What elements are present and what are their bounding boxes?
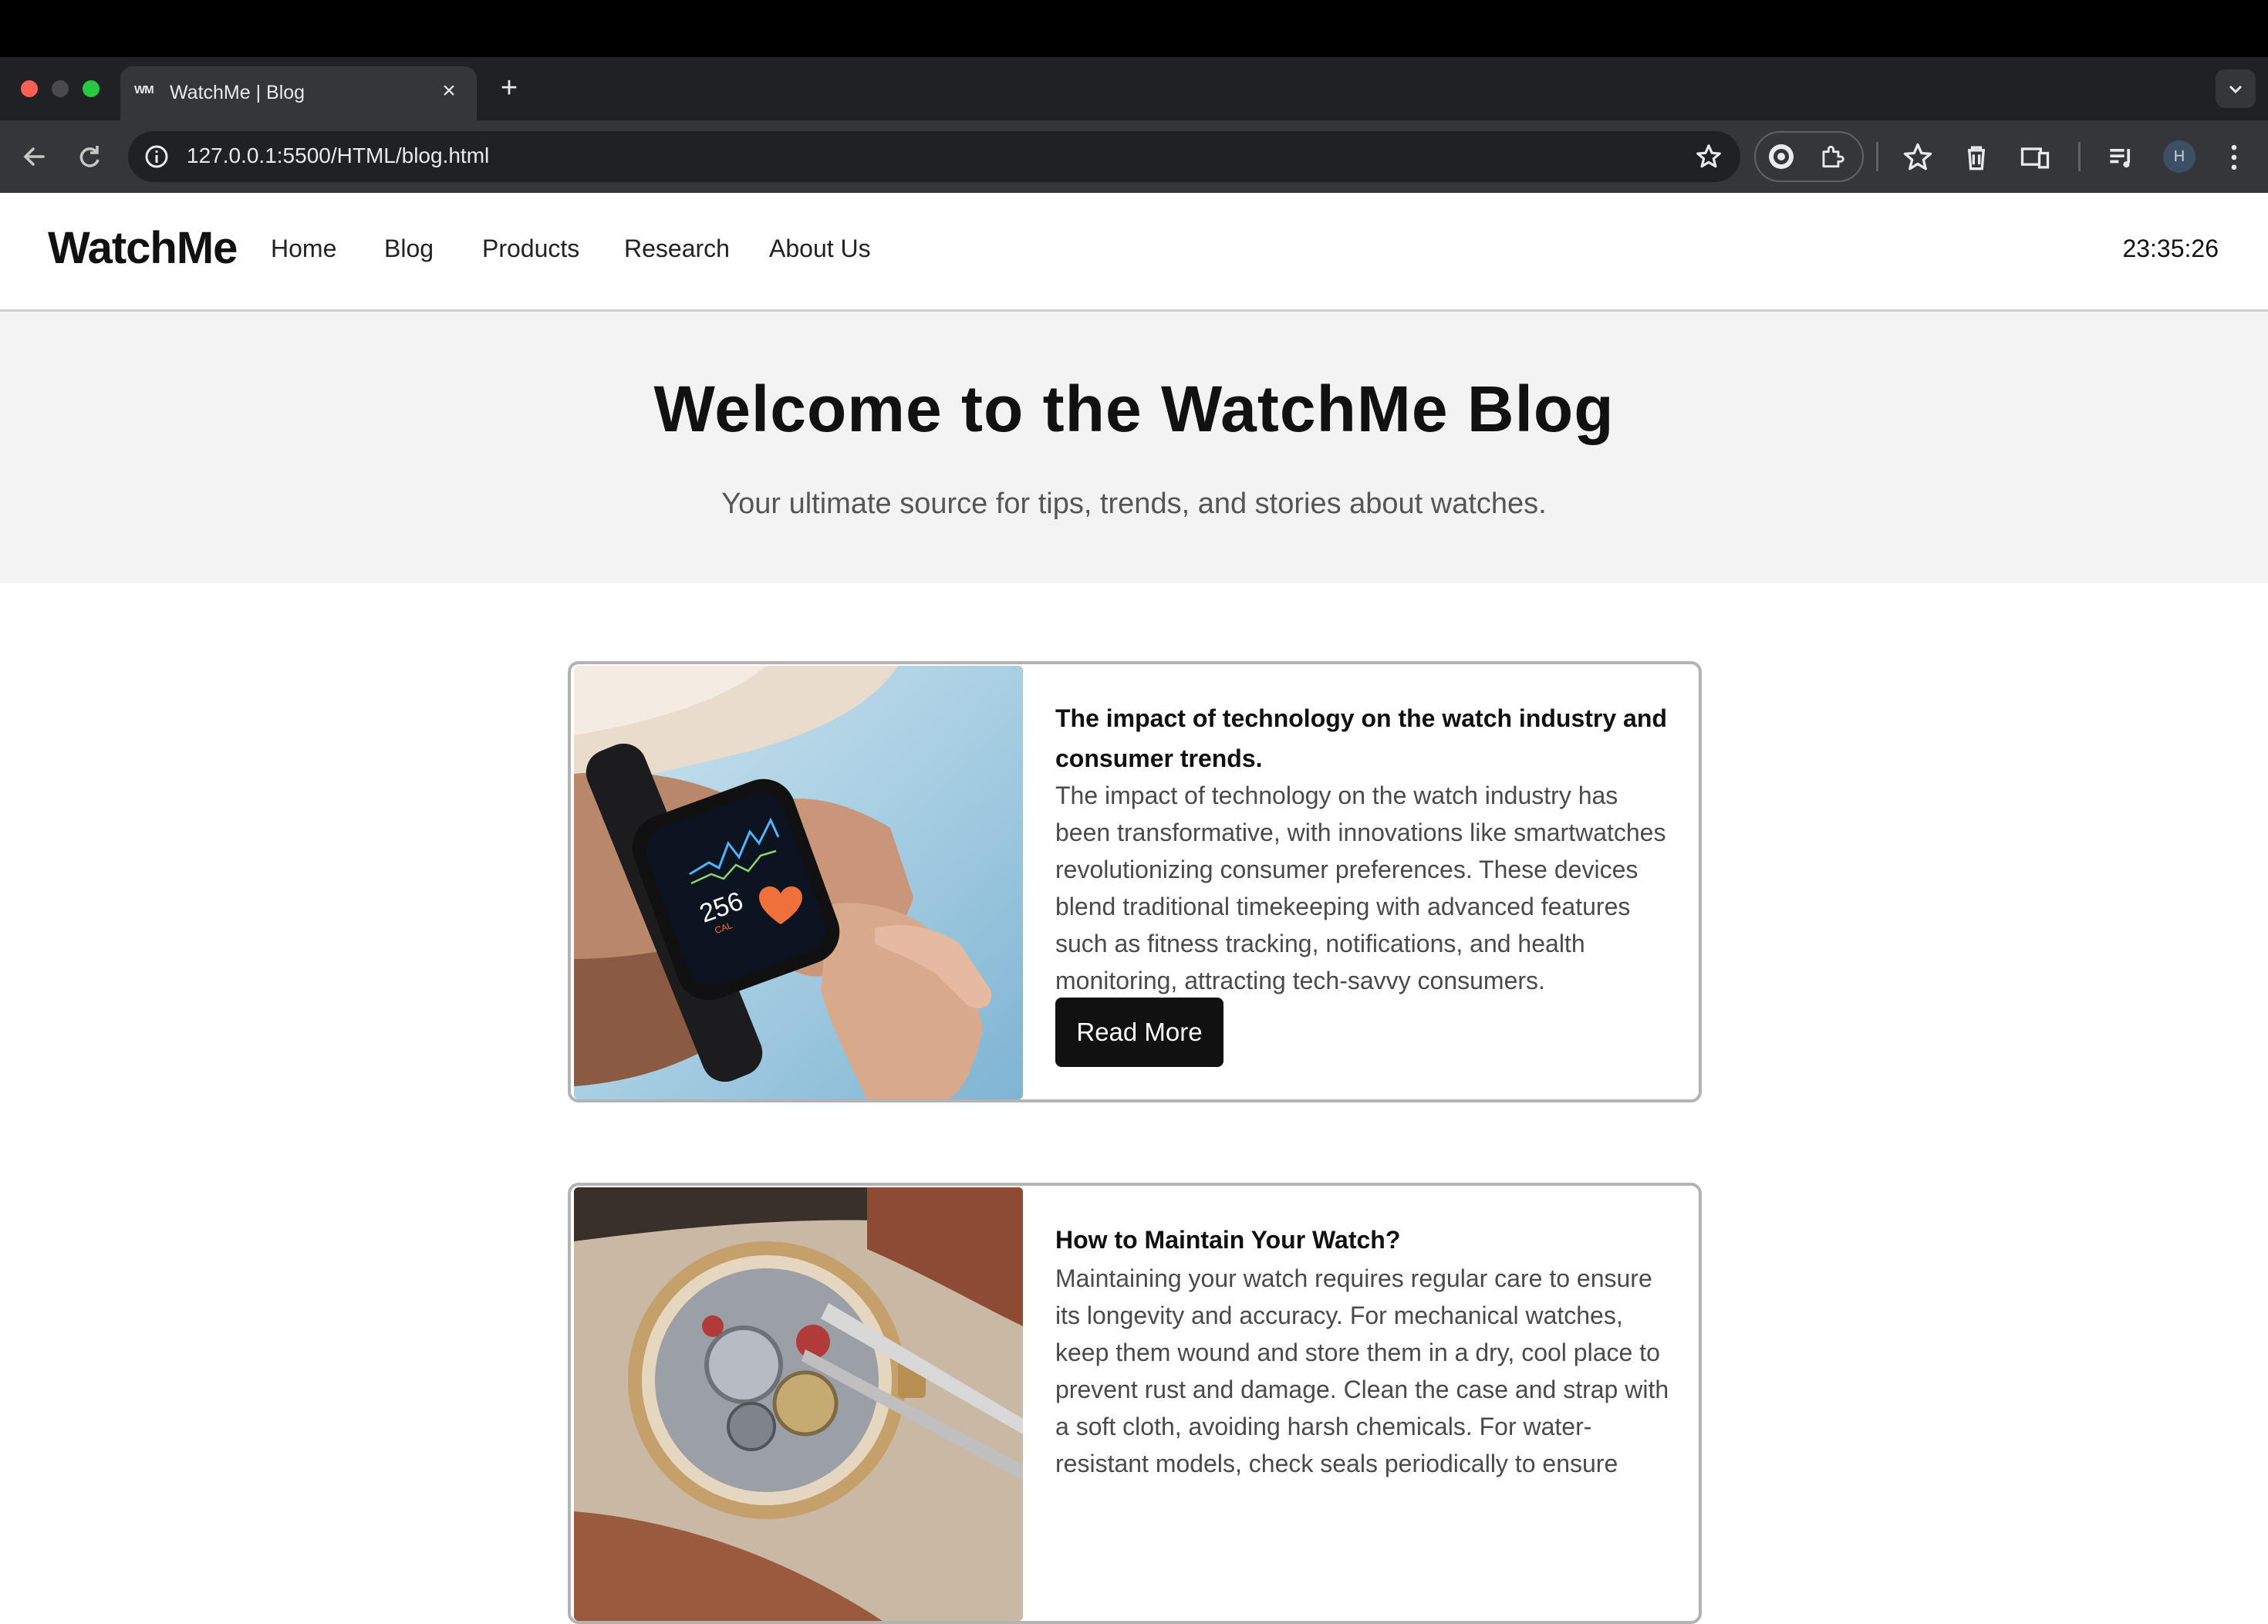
- zoom-window-button[interactable]: [83, 80, 100, 97]
- new-tab-button[interactable]: +: [494, 71, 525, 105]
- read-more-button[interactable]: Read More: [1055, 998, 1223, 1067]
- watch-repair-photo: [574, 1187, 1023, 1621]
- profile-avatar[interactable]: H: [2163, 140, 2195, 173]
- smartwatch-photo: 256 CAL: [574, 666, 1023, 1099]
- post-title[interactable]: How to Maintain Your Watch?: [1055, 1220, 1672, 1260]
- post-title[interactable]: The impact of technology on the watch in…: [1055, 698, 1672, 778]
- url-text[interactable]: 127.0.0.1:5500/HTML/blog.html: [187, 143, 489, 168]
- extensions-puzzle-icon[interactable]: [1817, 142, 1847, 171]
- nav-blog[interactable]: Blog: [384, 235, 434, 263]
- hero-title: Welcome to the WatchMe Blog: [653, 373, 1615, 445]
- post-excerpt: The impact of technology on the watch in…: [1055, 782, 1666, 994]
- browser-tab[interactable]: WM WatchMe | Blog ×: [120, 66, 477, 120]
- music-queue-icon: [2110, 149, 2130, 168]
- toolbar-separator: [2078, 142, 2081, 171]
- kebab-menu-icon: [2231, 144, 2237, 171]
- media-controls-button[interactable]: [2104, 140, 2141, 177]
- toolbar-separator: [1876, 142, 1878, 171]
- reload-button[interactable]: [71, 138, 108, 175]
- tab-search-button[interactable]: [2216, 69, 2256, 108]
- extensions-group: [1754, 131, 1864, 182]
- hero-subtitle: Your ultimate source for tips, trends, a…: [721, 488, 1547, 520]
- tab-title: WatchMe | Blog: [170, 82, 305, 103]
- blog-post-card: How to Maintain Your Watch? Maintaining …: [568, 1183, 1702, 1624]
- nav-research[interactable]: Research: [624, 235, 730, 263]
- back-arrow-icon: [23, 147, 45, 166]
- hero-section: Welcome to the WatchMe Blog Your ultimat…: [0, 312, 2268, 583]
- system-menubar: [0, 0, 2268, 57]
- post-excerpt: Maintaining your watch requires regular …: [1055, 1264, 1669, 1477]
- address-bar[interactable]: 127.0.0.1:5500/HTML/blog.html: [128, 131, 1740, 182]
- nav-about-us[interactable]: About Us: [769, 235, 871, 263]
- trash-icon: [1968, 146, 1985, 171]
- blog-post-card: 256 CAL The impact of technology on the …: [568, 661, 1702, 1102]
- bookmarks-button[interactable]: [1901, 140, 1938, 177]
- site-header: WatchMe Home Blog Products Research Abou…: [0, 193, 2268, 312]
- devices-icon: [2020, 147, 2050, 169]
- star-list-icon: [1903, 143, 1932, 171]
- close-window-button[interactable]: [21, 80, 38, 97]
- nav-products[interactable]: Products: [482, 235, 579, 263]
- delete-button[interactable]: [1959, 140, 1996, 177]
- chevron-down-icon: [2229, 85, 2243, 94]
- back-button[interactable]: [15, 138, 52, 175]
- password-manager-icon[interactable]: [1767, 142, 1796, 171]
- browser-menu-button[interactable]: [2217, 140, 2254, 177]
- device-toolbar-button[interactable]: [2018, 140, 2055, 177]
- reload-icon: [79, 146, 100, 167]
- nav-home[interactable]: Home: [271, 235, 336, 263]
- favicon-icon: WM: [134, 83, 154, 96]
- site-info-icon[interactable]: [143, 143, 170, 170]
- header-clock: 23:35:26: [2122, 235, 2219, 262]
- bookmark-star-icon[interactable]: [1694, 142, 1723, 171]
- site-logo[interactable]: WatchMe: [48, 222, 238, 274]
- tab-close-icon[interactable]: ×: [435, 77, 463, 105]
- minimize-window-button[interactable]: [52, 80, 69, 97]
